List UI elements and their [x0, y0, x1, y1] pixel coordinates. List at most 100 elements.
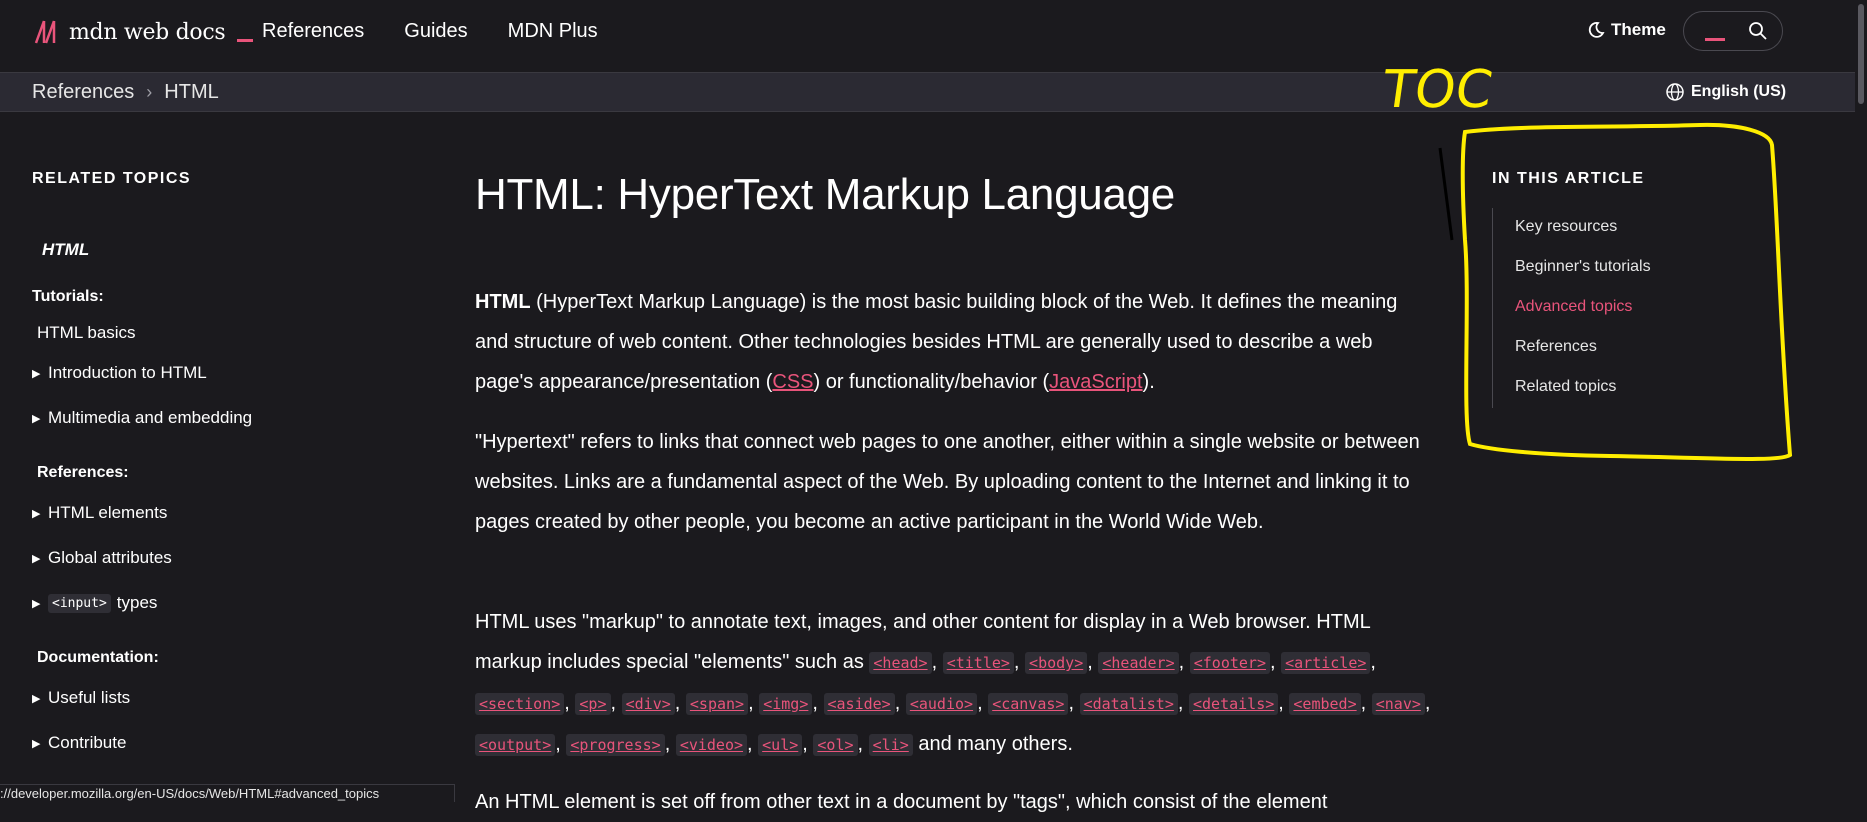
- page-title: HTML: HyperText Markup Language: [475, 170, 1175, 219]
- language-selector[interactable]: English (US): [1665, 82, 1786, 102]
- triangle-right-icon: ▶: [32, 692, 41, 705]
- page-scrollbar[interactable]: [1855, 0, 1867, 802]
- globe-icon: [1666, 83, 1684, 101]
- tag-link[interactable]: <article>: [1281, 652, 1371, 674]
- sidebar-item-html-basics[interactable]: HTML basics: [37, 323, 136, 343]
- tag-link[interactable]: <section>: [475, 693, 565, 715]
- tag-link[interactable]: <span>: [685, 693, 749, 715]
- tag-link[interactable]: <p>: [575, 693, 611, 715]
- tag-link[interactable]: <canvas>: [988, 693, 1069, 715]
- logo-underscore: [237, 38, 254, 42]
- triangle-right-icon: ▶: [32, 737, 41, 750]
- breadcrumb-bar: References › HTML English (US): [0, 72, 1867, 112]
- triangle-right-icon: ▶: [32, 597, 41, 610]
- article-paragraph-4: An HTML element is set off from other te…: [475, 791, 1328, 813]
- javascript-link[interactable]: JavaScript: [1049, 371, 1142, 393]
- sidebar-item-label: HTML basics: [37, 323, 136, 342]
- search-input[interactable]: [1683, 11, 1783, 51]
- html-bold: HTML: [475, 291, 531, 313]
- search-icon: [1749, 22, 1767, 40]
- main-nav: References Guides MDN Plus: [262, 20, 598, 43]
- sidebar-item-label: Multimedia and embedding: [48, 408, 253, 427]
- article-paragraph-1: HTML (HyperText Markup Language) is the …: [475, 282, 1435, 402]
- nav-mdn-plus[interactable]: MDN Plus: [508, 20, 598, 43]
- tag-link[interactable]: <header>: [1098, 652, 1179, 674]
- nav-references[interactable]: References: [262, 20, 364, 43]
- sidebar-item-label: Introduction to HTML: [48, 363, 207, 382]
- annotation-pen-mark: [1438, 147, 1454, 241]
- tag-link[interactable]: <aside>: [823, 693, 895, 715]
- sidebar-item-useful-lists[interactable]: ▶ Useful lists: [32, 688, 130, 708]
- top-nav: mdn web docs References Guides MDN Plus …: [0, 0, 1867, 72]
- tag-link[interactable]: <ul>: [758, 734, 803, 756]
- table-of-contents: IN THIS ARTICLE Key resources Beginner's…: [1492, 170, 1772, 408]
- triangle-right-icon: ▶: [32, 552, 41, 565]
- article-paragraph-3: HTML uses "markup" to annotate text, ima…: [475, 611, 1431, 756]
- p3-end: and many others.: [912, 733, 1073, 755]
- tag-link[interactable]: <output>: [475, 734, 556, 756]
- language-label: English (US): [1691, 83, 1787, 100]
- mdn-logo-link[interactable]: mdn web docs: [33, 18, 254, 46]
- sidebar-heading: RELATED TOPICS: [32, 170, 192, 187]
- article-paragraph-2: "Hypertext" refers to links that connect…: [475, 431, 1420, 533]
- css-link[interactable]: CSS: [772, 371, 813, 393]
- tag-link[interactable]: <img>: [759, 693, 813, 715]
- toc-item-related-topics[interactable]: Related topics: [1515, 378, 1616, 396]
- sidebar-references-label: References:: [37, 464, 129, 481]
- search-caret: [1705, 38, 1725, 41]
- status-url: ://developer.mozilla.org/en-US/docs/Web/…: [0, 784, 455, 802]
- sidebar-item-intro[interactable]: ▶ Introduction to HTML: [32, 363, 207, 383]
- tag-link[interactable]: <embed>: [1289, 693, 1361, 715]
- tag-link[interactable]: <progress>: [566, 734, 665, 756]
- sidebar-item-html[interactable]: HTML: [42, 240, 89, 260]
- sidebar-tutorials-label: Tutorials:: [32, 288, 104, 305]
- toc-heading: IN THIS ARTICLE: [1492, 170, 1645, 187]
- tag-link[interactable]: <body>: [1025, 652, 1088, 674]
- tag-link[interactable]: <details>: [1189, 693, 1279, 715]
- tag-link[interactable]: <nav>: [1371, 693, 1425, 715]
- mdn-logo-icon: [34, 20, 56, 44]
- sidebar-item-label: Contribute: [48, 733, 127, 752]
- breadcrumb-html[interactable]: HTML: [164, 81, 218, 104]
- p1-text-b: ) or functionality/behavior (: [813, 371, 1050, 393]
- p1-text-c: ).: [1142, 371, 1155, 393]
- sidebar-item-label: types: [116, 593, 158, 612]
- sidebar-item-label: Useful lists: [48, 688, 131, 707]
- tag-link[interactable]: <audio>: [905, 693, 978, 715]
- tag-link[interactable]: <datalist>: [1079, 693, 1178, 715]
- sidebar-item-contribute[interactable]: ▶ Contribute: [32, 733, 126, 753]
- tag-link[interactable]: <div>: [621, 693, 675, 715]
- sidebar-item-html-elements[interactable]: ▶ HTML elements: [32, 503, 167, 523]
- breadcrumb-references[interactable]: References: [32, 81, 134, 104]
- input-code-chip: <input>: [48, 593, 111, 613]
- toc-item-beginners-tutorials[interactable]: Beginner's tutorials: [1515, 258, 1651, 276]
- triangle-right-icon: ▶: [32, 412, 41, 425]
- tag-link[interactable]: <head>: [869, 652, 932, 674]
- chevron-right-icon: ›: [146, 82, 153, 102]
- sidebar-item-global-attributes[interactable]: ▶ Global attributes: [32, 548, 172, 568]
- toc-item-references[interactable]: References: [1515, 338, 1597, 356]
- tag-link[interactable]: <ol>: [813, 734, 858, 756]
- theme-button[interactable]: Theme: [1587, 20, 1666, 40]
- sidebar-item-label: Global attributes: [48, 548, 172, 567]
- annotation-label: TOC: [1378, 60, 1497, 120]
- tag-link[interactable]: <li>: [868, 734, 913, 756]
- sidebar: RELATED TOPICS HTML Tutorials: HTML basi…: [32, 170, 352, 752]
- sidebar-item-multimedia[interactable]: ▶ Multimedia and embedding: [32, 408, 252, 428]
- toc-item-advanced-topics[interactable]: Advanced topics: [1515, 298, 1632, 316]
- sidebar-documentation-label: Documentation:: [37, 649, 159, 666]
- triangle-right-icon: ▶: [32, 367, 41, 380]
- toc-item-key-resources[interactable]: Key resources: [1515, 218, 1617, 236]
- theme-label: Theme: [1611, 20, 1666, 39]
- article: HTML: HyperText Markup Language HTML (Hy…: [475, 170, 1435, 813]
- tag-link[interactable]: <video>: [675, 734, 748, 756]
- logo-text: mdn web docs: [69, 19, 226, 45]
- nav-guides[interactable]: Guides: [404, 20, 467, 43]
- tag-link[interactable]: <footer>: [1189, 652, 1270, 674]
- sidebar-item-input-types[interactable]: ▶ <input> types: [32, 593, 157, 613]
- scrollbar-thumb[interactable]: [1858, 4, 1864, 104]
- sidebar-item-label: HTML elements: [48, 503, 168, 522]
- moon-icon: [1588, 22, 1605, 38]
- breadcrumb: References › HTML: [32, 81, 219, 104]
- tag-link[interactable]: <title>: [942, 652, 1014, 674]
